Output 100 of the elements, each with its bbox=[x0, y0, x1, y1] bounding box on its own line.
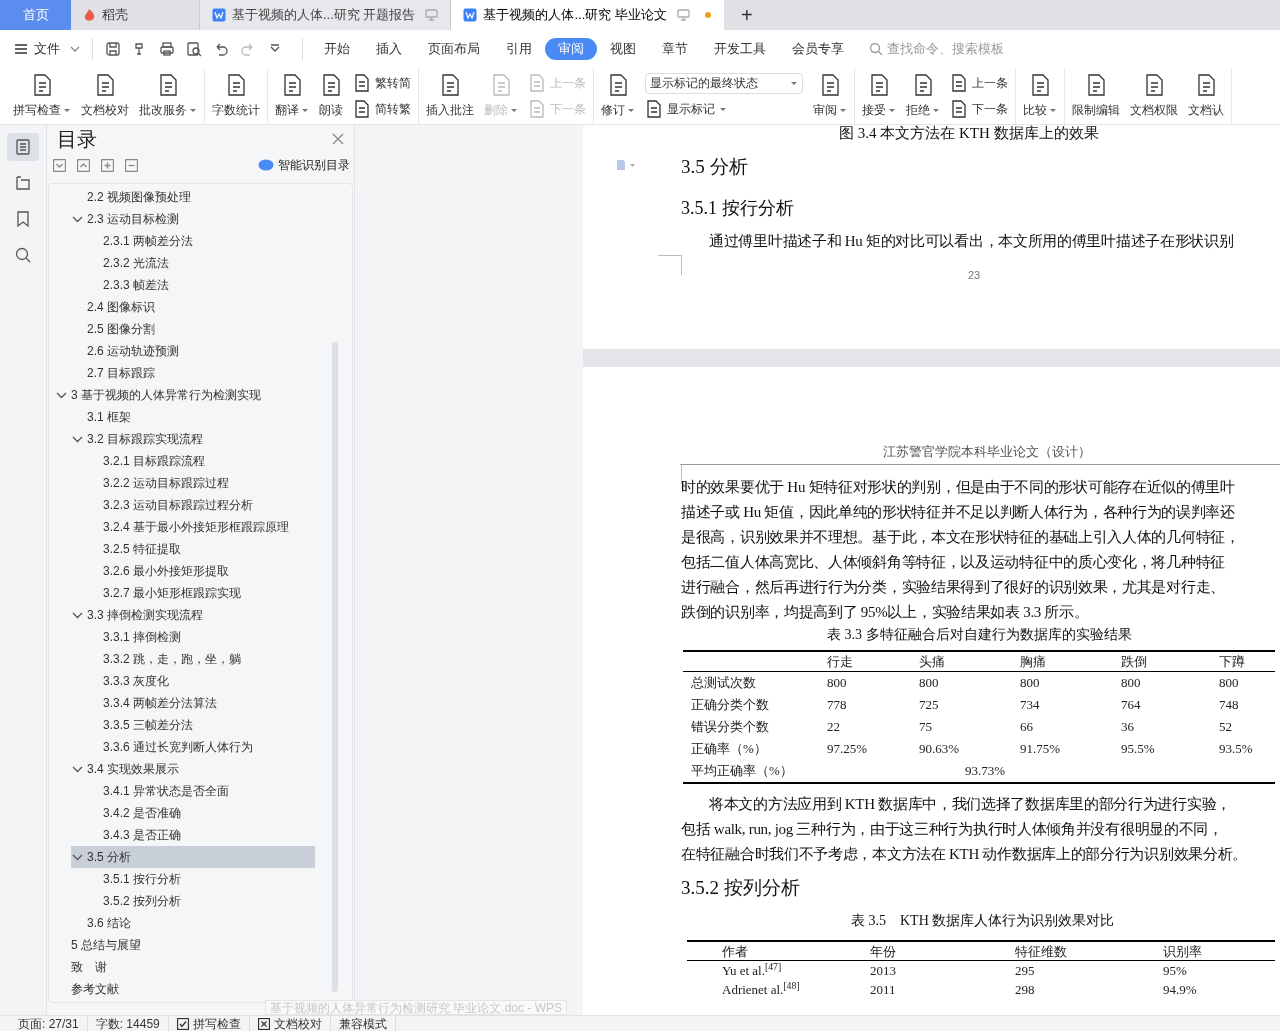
toc-item[interactable]: 3.5.1 按行分析 bbox=[87, 868, 315, 890]
scrollbar[interactable] bbox=[332, 342, 338, 992]
table-cell-text: 800 bbox=[1019, 674, 1041, 693]
ribbon-button[interactable]: 插入批注 bbox=[423, 68, 477, 124]
toc-item[interactable]: 2.4 图像标识 bbox=[71, 296, 315, 318]
collapse-icon[interactable] bbox=[53, 158, 66, 172]
toc-item[interactable]: 3.2.2 运动目标跟踪过程 bbox=[87, 472, 315, 494]
ribbon-tab[interactable]: 开发工具 bbox=[701, 38, 779, 60]
ribbon-button[interactable]: 朗读 bbox=[316, 68, 346, 124]
chevron-down-icon[interactable] bbox=[71, 764, 84, 774]
ribbon-button[interactable]: 比较 bbox=[1020, 68, 1060, 124]
ribbon-tab[interactable]: 视图 bbox=[597, 38, 649, 60]
table-cell-text: 91.75% bbox=[1019, 740, 1062, 759]
chevron-down-icon[interactable] bbox=[71, 610, 84, 620]
toc-item[interactable]: 3.3.3 灰度化 bbox=[87, 670, 315, 692]
chevron-down-icon[interactable] bbox=[71, 214, 84, 224]
toc-item[interactable]: 3.2.5 特征提取 bbox=[87, 538, 315, 560]
command-search-field[interactable]: 查找命令、搜索模板 bbox=[869, 39, 1029, 59]
toc-item[interactable]: 3.2.7 最小矩形框跟踪实现 bbox=[87, 582, 315, 604]
minus-icon[interactable] bbox=[125, 158, 138, 172]
caret-icon bbox=[1049, 107, 1057, 113]
toc-item[interactable]: 2.3.2 光流法 bbox=[87, 252, 315, 274]
chevron-down-icon[interactable] bbox=[71, 852, 84, 862]
ribbon-button[interactable]: 文档认 bbox=[1185, 68, 1227, 124]
toc-item[interactable]: 2.2 视频图像预处理 bbox=[71, 186, 315, 208]
side-tool-button[interactable] bbox=[7, 133, 39, 161]
toc-item[interactable]: 5 总结与展望 bbox=[55, 934, 315, 956]
close-icon[interactable] bbox=[332, 133, 344, 145]
toc-item[interactable]: 3 基于视频的人体异常行为检测实现 bbox=[55, 384, 315, 406]
toc-item[interactable]: 3.6 结论 bbox=[71, 912, 315, 934]
toc-item[interactable]: 参考文献 bbox=[55, 978, 315, 1000]
ribbon-button[interactable]: 显示标记 bbox=[645, 97, 803, 120]
document-tab[interactable]: 基于视频的人体...研究 毕业论文 bbox=[450, 0, 724, 30]
ribbon-button[interactable]: 拒绝 bbox=[903, 68, 943, 124]
toc-item[interactable]: 3.2.4 基于最小外接矩形框跟踪原理 bbox=[87, 516, 315, 538]
new-tab-button[interactable]: + bbox=[731, 0, 762, 30]
ribbon-button[interactable]: 拼写检查 bbox=[10, 68, 74, 124]
ribbon-button[interactable]: 限制编辑 bbox=[1069, 68, 1123, 124]
ribbon-button[interactable]: 修订 bbox=[598, 68, 638, 124]
toc-item[interactable]: 3.2.1 目标跟踪流程 bbox=[87, 450, 315, 472]
toc-item[interactable]: 3.3.1 摔倒检测 bbox=[87, 626, 315, 648]
subsection-heading: 3.5.2 按列分析 bbox=[681, 876, 801, 900]
toc-item[interactable]: 3.4.3 是否正确 bbox=[87, 824, 315, 846]
plus-icon[interactable] bbox=[101, 158, 114, 172]
printer-icon[interactable] bbox=[159, 41, 175, 57]
table-cell-text: 298 bbox=[1014, 981, 1036, 999]
toc-item[interactable]: 2.3.1 两帧差分法 bbox=[87, 230, 315, 252]
toc-item[interactable]: 3.4 实现效果展示 bbox=[71, 758, 315, 780]
ribbon-button[interactable]: 繁转简 bbox=[353, 72, 411, 94]
toc-item[interactable]: 2.5 图像分割 bbox=[71, 318, 315, 340]
toc-item[interactable]: 3.4.2 是否准确 bbox=[87, 802, 315, 824]
toc-item[interactable]: 3.3 摔倒检测实现流程 bbox=[71, 604, 315, 626]
page-header: 江苏警官学院本科毕业论文（设计） bbox=[882, 444, 1092, 460]
ribbon-button[interactable]: 文档校对 bbox=[78, 68, 132, 124]
print-preview-icon[interactable] bbox=[186, 41, 202, 57]
ribbon-button[interactable]: 接受 bbox=[859, 68, 899, 124]
expand-icon[interactable] bbox=[77, 158, 90, 172]
ribbon-tab[interactable]: 章节 bbox=[649, 38, 701, 60]
toc-item[interactable]: 3.3.6 通过长宽判断人体行为 bbox=[87, 736, 315, 758]
ribbon-button[interactable]: 翻译 bbox=[272, 68, 312, 124]
toc-item[interactable]: 3.3.4 两帧差分法算法 bbox=[87, 692, 315, 714]
ribbon-tab[interactable]: 引用 bbox=[493, 38, 545, 60]
toc-item[interactable]: 2.7 目标跟踪 bbox=[71, 362, 315, 384]
chevron-down-icon[interactable] bbox=[71, 434, 84, 444]
table-cell-text: 正确分类个数 bbox=[690, 696, 770, 715]
ribbon-button[interactable]: 下一条 bbox=[950, 98, 1008, 120]
ribbon-tab[interactable]: 页面布局 bbox=[415, 38, 493, 60]
document-tab[interactable]: 基于视频的人体...研究 开题报告 bbox=[199, 0, 451, 30]
toc-item[interactable]: 3.2.3 运动目标跟踪过程分析 bbox=[87, 494, 315, 516]
save-icon[interactable] bbox=[105, 41, 121, 57]
toc-item[interactable]: 2.6 运动轨迹预测 bbox=[71, 340, 315, 362]
table-cell-text: 2013 bbox=[869, 962, 897, 980]
document-icon bbox=[528, 100, 546, 118]
column-header: 头痛 bbox=[918, 653, 946, 671]
toc-item[interactable]: 3.2.6 最小外接矩形提取 bbox=[87, 560, 315, 582]
toc-item[interactable]: 3.5.2 按列分析 bbox=[87, 890, 315, 912]
toc-item[interactable]: 3.1 框架 bbox=[71, 406, 315, 428]
file-menu-button[interactable]: 文件 bbox=[14, 39, 80, 59]
ribbon-tab[interactable]: 插入 bbox=[363, 38, 415, 60]
toc-item[interactable]: 2.3 运动目标检测 bbox=[71, 208, 315, 230]
toc-item[interactable]: 3.4.1 异常状态是否全面 bbox=[87, 780, 315, 802]
toc-item[interactable]: 致 谢 bbox=[55, 956, 315, 978]
ribbon-button[interactable]: 字数统计 bbox=[209, 68, 263, 124]
status-toggle[interactable]: 拼写检查 bbox=[168, 1014, 250, 1031]
chevron-down-icon[interactable] bbox=[55, 390, 68, 400]
ribbon-button[interactable]: 文档权限 bbox=[1127, 68, 1181, 124]
markup-view-dropdown[interactable]: 显示标记的最终状态 bbox=[645, 72, 803, 94]
toc-item[interactable]: 3.3.2 跳，走，跑，坐，躺 bbox=[87, 648, 315, 670]
ribbon-button[interactable]: 上一条 bbox=[950, 72, 1008, 94]
ribbon-button[interactable]: 简转繁 bbox=[353, 98, 411, 120]
ribbon-tab[interactable]: 开始 bbox=[311, 38, 363, 60]
toc-item[interactable]: 3.5 分析 bbox=[71, 846, 315, 868]
toc-item[interactable]: 3.3.5 三帧差分法 bbox=[87, 714, 315, 736]
ribbon-tab[interactable]: 会员专享 bbox=[779, 38, 857, 60]
toc-item[interactable]: 3.2 目标跟踪实现流程 bbox=[71, 428, 315, 450]
ribbon-button[interactable]: 批改服务 bbox=[136, 68, 200, 124]
toc-item[interactable]: 2.3.3 帧差法 bbox=[87, 274, 315, 296]
smart-toc-button[interactable]: 智能识别目录 bbox=[258, 156, 350, 174]
table-cell-text: 93.73% bbox=[964, 762, 1007, 781]
ribbon-button[interactable]: 审阅 bbox=[810, 68, 850, 124]
